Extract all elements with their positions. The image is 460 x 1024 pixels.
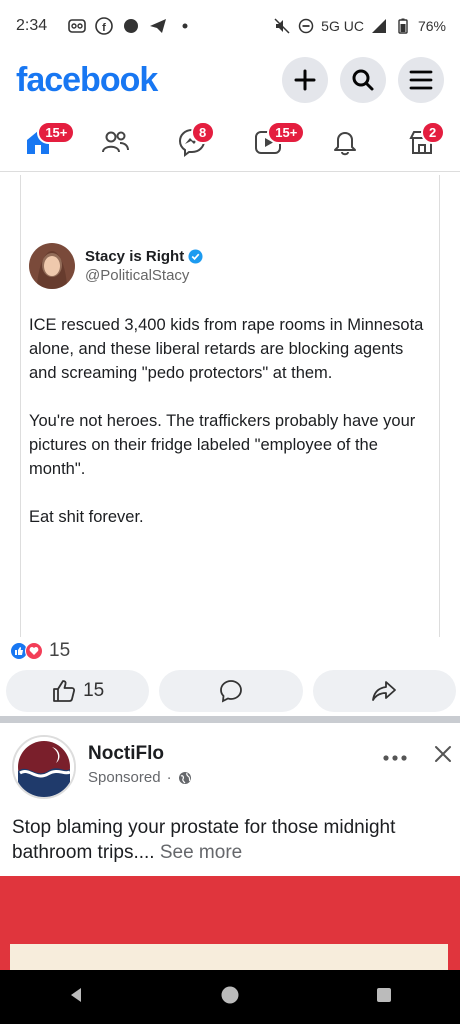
mute-icon — [273, 17, 291, 35]
main-nav-tabs: 15+ 8 15+ 2 — [0, 112, 460, 172]
share-button[interactable] — [312, 670, 456, 712]
reaction-summary[interactable]: 15 — [10, 640, 70, 662]
more-notifications-dot-icon — [176, 17, 194, 35]
ad-image[interactable] — [0, 876, 460, 974]
globe-icon — [178, 771, 191, 784]
menu-button[interactable] — [398, 57, 444, 103]
tab-marketplace[interactable]: 2 — [397, 117, 447, 167]
marketplace-badge: 2 — [420, 120, 445, 144]
tab-messenger[interactable]: 8 — [167, 117, 217, 167]
love-reaction-icon — [25, 642, 43, 660]
ad-header: NoctiFlo Sponsored · — [12, 735, 452, 799]
create-button[interactable] — [282, 57, 328, 103]
system-navigation-bar — [0, 970, 460, 1024]
tab-notifications[interactable] — [320, 117, 370, 167]
advertiser-name[interactable]: NoctiFlo — [88, 743, 192, 765]
friends-icon — [101, 131, 129, 152]
author-name: Stacy is Right — [85, 248, 185, 265]
messenger-badge: 8 — [190, 120, 215, 144]
sponsored-label: Sponsored — [88, 769, 161, 786]
share-icon — [372, 681, 397, 701]
post-card[interactable]: Stacy is Right @PoliticalStacy ICE rescu… — [20, 175, 440, 637]
ad-copy: Stop blaming your prostate for those mid… — [12, 815, 448, 865]
recents-icon[interactable] — [375, 986, 393, 1009]
home-circle-icon[interactable] — [220, 985, 240, 1010]
like-button[interactable]: 15 — [6, 670, 150, 712]
status-bar: 2:34 f 5G UC 76% — [0, 0, 460, 52]
app-header: facebook — [0, 52, 460, 108]
app-notification-icon — [122, 17, 140, 35]
comment-icon — [220, 680, 242, 703]
advertiser-logo[interactable] — [12, 735, 76, 799]
facebook-notification-icon: f — [95, 17, 113, 35]
tweet-body: ICE rescued 3,400 kids from rape rooms i… — [29, 313, 429, 553]
tab-home[interactable]: 15+ — [13, 117, 76, 167]
telegram-icon — [149, 17, 167, 35]
voicemail-icon — [68, 17, 86, 35]
video-badge: 15+ — [267, 120, 306, 144]
tweet-paragraph: Eat shit forever. — [29, 508, 144, 526]
thumbs-up-icon — [53, 680, 76, 702]
like-count: 15 — [83, 680, 105, 701]
do-not-disturb-icon — [297, 17, 315, 35]
feed-divider — [0, 716, 460, 723]
battery-icon — [394, 17, 412, 35]
search-button[interactable] — [340, 57, 386, 103]
tab-friends[interactable] — [90, 117, 140, 167]
more-options-icon[interactable] — [382, 745, 408, 769]
tab-video[interactable]: 15+ — [243, 117, 306, 167]
reaction-count: 15 — [49, 640, 71, 661]
author-handle: @PoliticalStacy — [85, 267, 190, 284]
battery-percent: 76% — [417, 18, 446, 34]
home-badge: 15+ — [37, 120, 76, 144]
facebook-logo[interactable]: facebook — [16, 61, 158, 100]
svg-text:f: f — [102, 22, 106, 34]
comment-button[interactable] — [159, 670, 303, 712]
tweet-author: Stacy is Right @PoliticalStacy — [29, 243, 203, 289]
see-more-link[interactable]: See more — [155, 842, 242, 863]
author-avatar — [29, 243, 75, 289]
hamburger-menu-icon — [409, 70, 433, 90]
close-icon[interactable] — [434, 745, 452, 769]
post-actions: 15 — [6, 670, 456, 712]
tweet-paragraph: You're not heroes. The traffickers proba… — [29, 412, 416, 478]
search-icon — [352, 69, 374, 91]
signal-icon — [370, 17, 388, 35]
network-label: 5G UC — [321, 18, 364, 34]
status-time: 2:34 — [16, 17, 48, 34]
back-icon[interactable] — [67, 986, 85, 1009]
plus-icon — [294, 69, 316, 91]
tweet-paragraph: ICE rescued 3,400 kids from rape rooms i… — [29, 316, 424, 382]
verified-badge-icon — [188, 249, 203, 264]
bell-icon — [333, 131, 356, 155]
